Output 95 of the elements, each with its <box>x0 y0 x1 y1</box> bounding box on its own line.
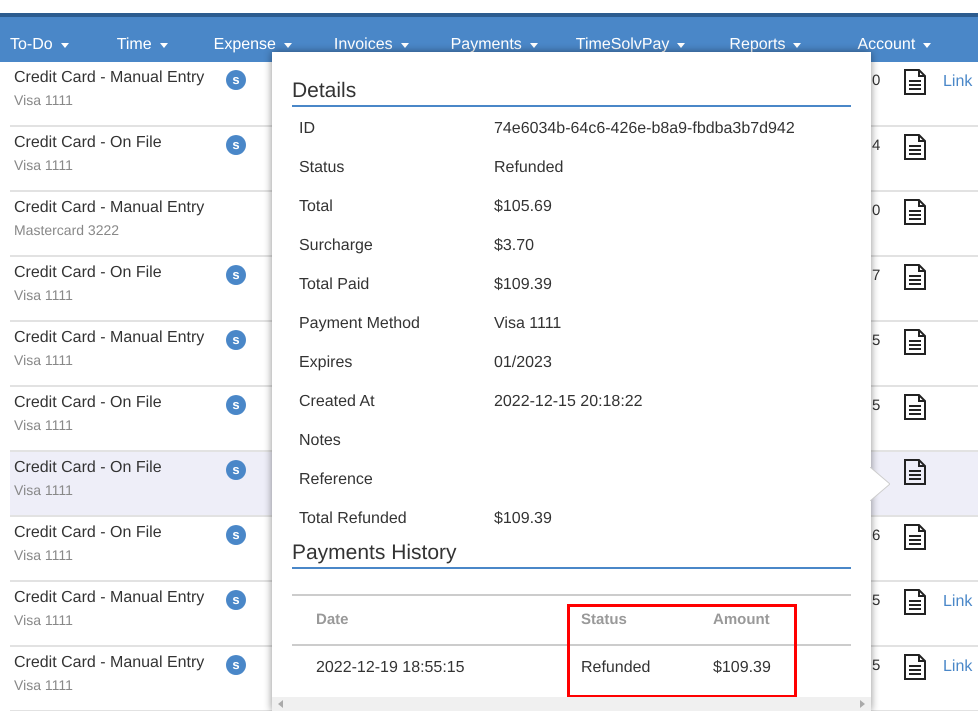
field-label: Notes <box>299 430 342 450</box>
payment-method: Credit Card - On File <box>14 523 162 543</box>
table-cell-text: Refunded <box>580 658 652 678</box>
nav-menu-item[interactable]: Payments <box>450 33 538 57</box>
document-icon[interactable] <box>903 198 927 226</box>
link[interactable]: Link <box>943 70 972 94</box>
status-badge: s <box>226 395 246 415</box>
field-label: Total <box>299 196 334 216</box>
link[interactable]: Link <box>943 655 972 679</box>
status-badge: s <box>226 655 246 675</box>
field-label: Payment Method <box>299 314 421 334</box>
caret-icon <box>284 42 292 48</box>
nav-menu-item[interactable]: Account <box>857 33 932 57</box>
payment-method: Credit Card - Manual Entry <box>14 653 204 673</box>
document-icon[interactable] <box>903 653 927 681</box>
caret-icon <box>923 42 932 48</box>
column-header: Status <box>580 610 628 630</box>
field-label: Surcharge <box>299 236 374 256</box>
status-badge: s <box>226 135 246 155</box>
status-badge: s <box>226 525 246 545</box>
caret-icon <box>530 42 538 48</box>
table-cell-text: 2022-12-19 18:55:15 <box>315 658 466 678</box>
amount-text: 0 <box>872 71 880 91</box>
caret-icon <box>60 42 69 48</box>
caret-icon <box>677 42 686 48</box>
document-icon[interactable] <box>903 263 927 291</box>
nav-menu-item[interactable]: Expense <box>214 33 292 57</box>
card-number: Visa 1111 <box>14 546 73 565</box>
field-value: $3.70 <box>494 236 534 256</box>
field-value: $109.39 <box>494 508 552 528</box>
payment-method: Credit Card - On File <box>14 458 162 478</box>
card-number: Visa 1111 <box>14 156 73 175</box>
field-label: Total Refunded <box>299 508 408 528</box>
column-header: Date <box>315 610 350 630</box>
card-number: Visa 1111 <box>14 676 73 695</box>
status-badge: s <box>226 70 246 90</box>
amount-text: 5 <box>872 591 880 611</box>
field-label: Expires <box>299 352 354 372</box>
caret-icon <box>160 42 168 48</box>
caret-icon <box>793 42 802 48</box>
amount-text: 6 <box>872 526 880 546</box>
document-icon[interactable] <box>903 458 927 486</box>
amount-text: 5 <box>872 656 880 676</box>
field-value: 2022-12-15 20:18:22 <box>494 392 643 412</box>
status-badge: s <box>226 330 246 350</box>
card-number: Visa 1111 <box>14 351 73 370</box>
field-label: Status <box>299 158 346 178</box>
nav-menu-item[interactable]: To-Do <box>10 33 69 57</box>
field-label: Reference <box>299 470 374 490</box>
card-number: Visa 1111 <box>14 91 73 110</box>
nav-menu-item[interactable]: Invoices <box>334 33 409 57</box>
nav-menu-item[interactable]: TimeSolvPay <box>576 33 686 57</box>
status-badge: s <box>226 265 246 285</box>
payment-method: Credit Card - On File <box>14 133 162 153</box>
card-number: Visa 1111 <box>14 416 73 435</box>
card-number: Visa 1111 <box>14 286 73 305</box>
section-heading: Payments History <box>292 540 851 569</box>
amount-text: 4 <box>872 136 880 156</box>
amount-text: 0 <box>872 201 880 221</box>
table-cell-text: $109.39 <box>712 658 772 678</box>
field-value: Visa 1111 <box>494 314 562 334</box>
field-value: 01/2023 <box>494 352 552 372</box>
amount-text: 5 <box>872 331 880 351</box>
card-number: Visa 1111 <box>14 611 73 630</box>
payment-method: Credit Card - Manual Entry <box>14 198 204 218</box>
document-icon[interactable] <box>903 133 927 161</box>
document-icon[interactable] <box>903 393 927 421</box>
caret-icon <box>400 42 409 48</box>
document-icon[interactable] <box>903 523 927 551</box>
card-number: Visa 1111 <box>14 481 73 500</box>
nav-menu-item[interactable]: Reports <box>729 33 802 57</box>
payment-method: Credit Card - Manual Entry <box>14 68 204 88</box>
amount-text: 7 <box>872 266 880 286</box>
amount-text: 5 <box>872 396 880 416</box>
payment-method: Credit Card - On File <box>14 393 162 413</box>
status-badge: s <box>226 460 246 480</box>
field-label: ID <box>299 118 316 138</box>
document-icon[interactable] <box>903 68 927 96</box>
field-value: Refunded <box>494 158 564 178</box>
section-heading: Details <box>292 78 851 107</box>
field-value: $109.39 <box>494 274 552 294</box>
document-icon[interactable] <box>903 588 927 616</box>
status-badge: s <box>226 590 246 610</box>
field-label: Created At <box>299 392 376 412</box>
field-label: Total Paid <box>299 274 370 294</box>
link[interactable]: Link <box>943 590 972 614</box>
payment-method: Credit Card - Manual Entry <box>14 588 204 608</box>
column-header: Amount <box>712 610 771 630</box>
card-number: Mastercard 3222 <box>14 221 120 240</box>
field-value: 74e6034b-64c6-426e-b8a9-fbdba3b7d942 <box>494 118 795 138</box>
field-value: $105.69 <box>494 196 552 216</box>
payment-method: Credit Card - Manual Entry <box>14 328 204 348</box>
payment-method: Credit Card - On File <box>14 263 162 283</box>
document-icon[interactable] <box>903 328 927 356</box>
nav-menu-item[interactable]: Time <box>116 33 168 57</box>
